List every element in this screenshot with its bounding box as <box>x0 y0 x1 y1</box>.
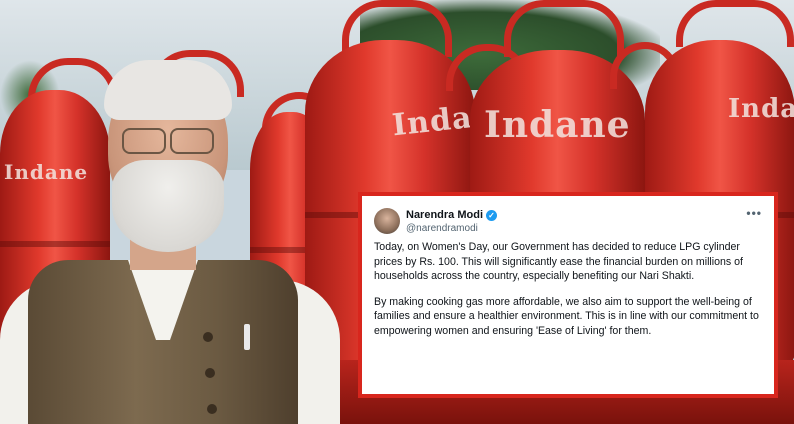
tweet-text: Today, on Women's Day, our Government ha… <box>374 240 762 338</box>
tweet-header: Narendra Modi ✓ @narendramodi ••• <box>374 206 762 238</box>
author-name-row[interactable]: Narendra Modi ✓ <box>406 209 498 221</box>
verified-badge-icon: ✓ <box>486 209 498 221</box>
more-options-icon[interactable]: ••• <box>746 206 762 220</box>
cylinder-handle <box>504 0 624 57</box>
glasses <box>118 128 218 154</box>
author-name[interactable]: Narendra Modi <box>406 209 483 221</box>
hair <box>104 60 232 120</box>
tweet-card: Narendra Modi ✓ @narendramodi ••• Today, … <box>362 196 774 394</box>
beard <box>112 160 224 252</box>
glasses-lens <box>122 128 166 154</box>
vest-button <box>205 368 215 378</box>
author-handle[interactable]: @narendramodi <box>406 223 478 234</box>
avatar[interactable] <box>374 208 400 234</box>
tweet-paragraph: By making cooking gas more affordable, w… <box>374 295 759 337</box>
person <box>0 60 340 424</box>
pen <box>244 324 250 350</box>
vest-button <box>207 404 217 414</box>
cylinder-logo: Indane <box>484 104 631 146</box>
tweet-paragraph: Today, on Women's Day, our Government ha… <box>374 241 744 282</box>
vest-button <box>203 332 213 342</box>
glasses-lens <box>170 128 214 154</box>
cylinder-logo: Indane <box>728 94 794 124</box>
